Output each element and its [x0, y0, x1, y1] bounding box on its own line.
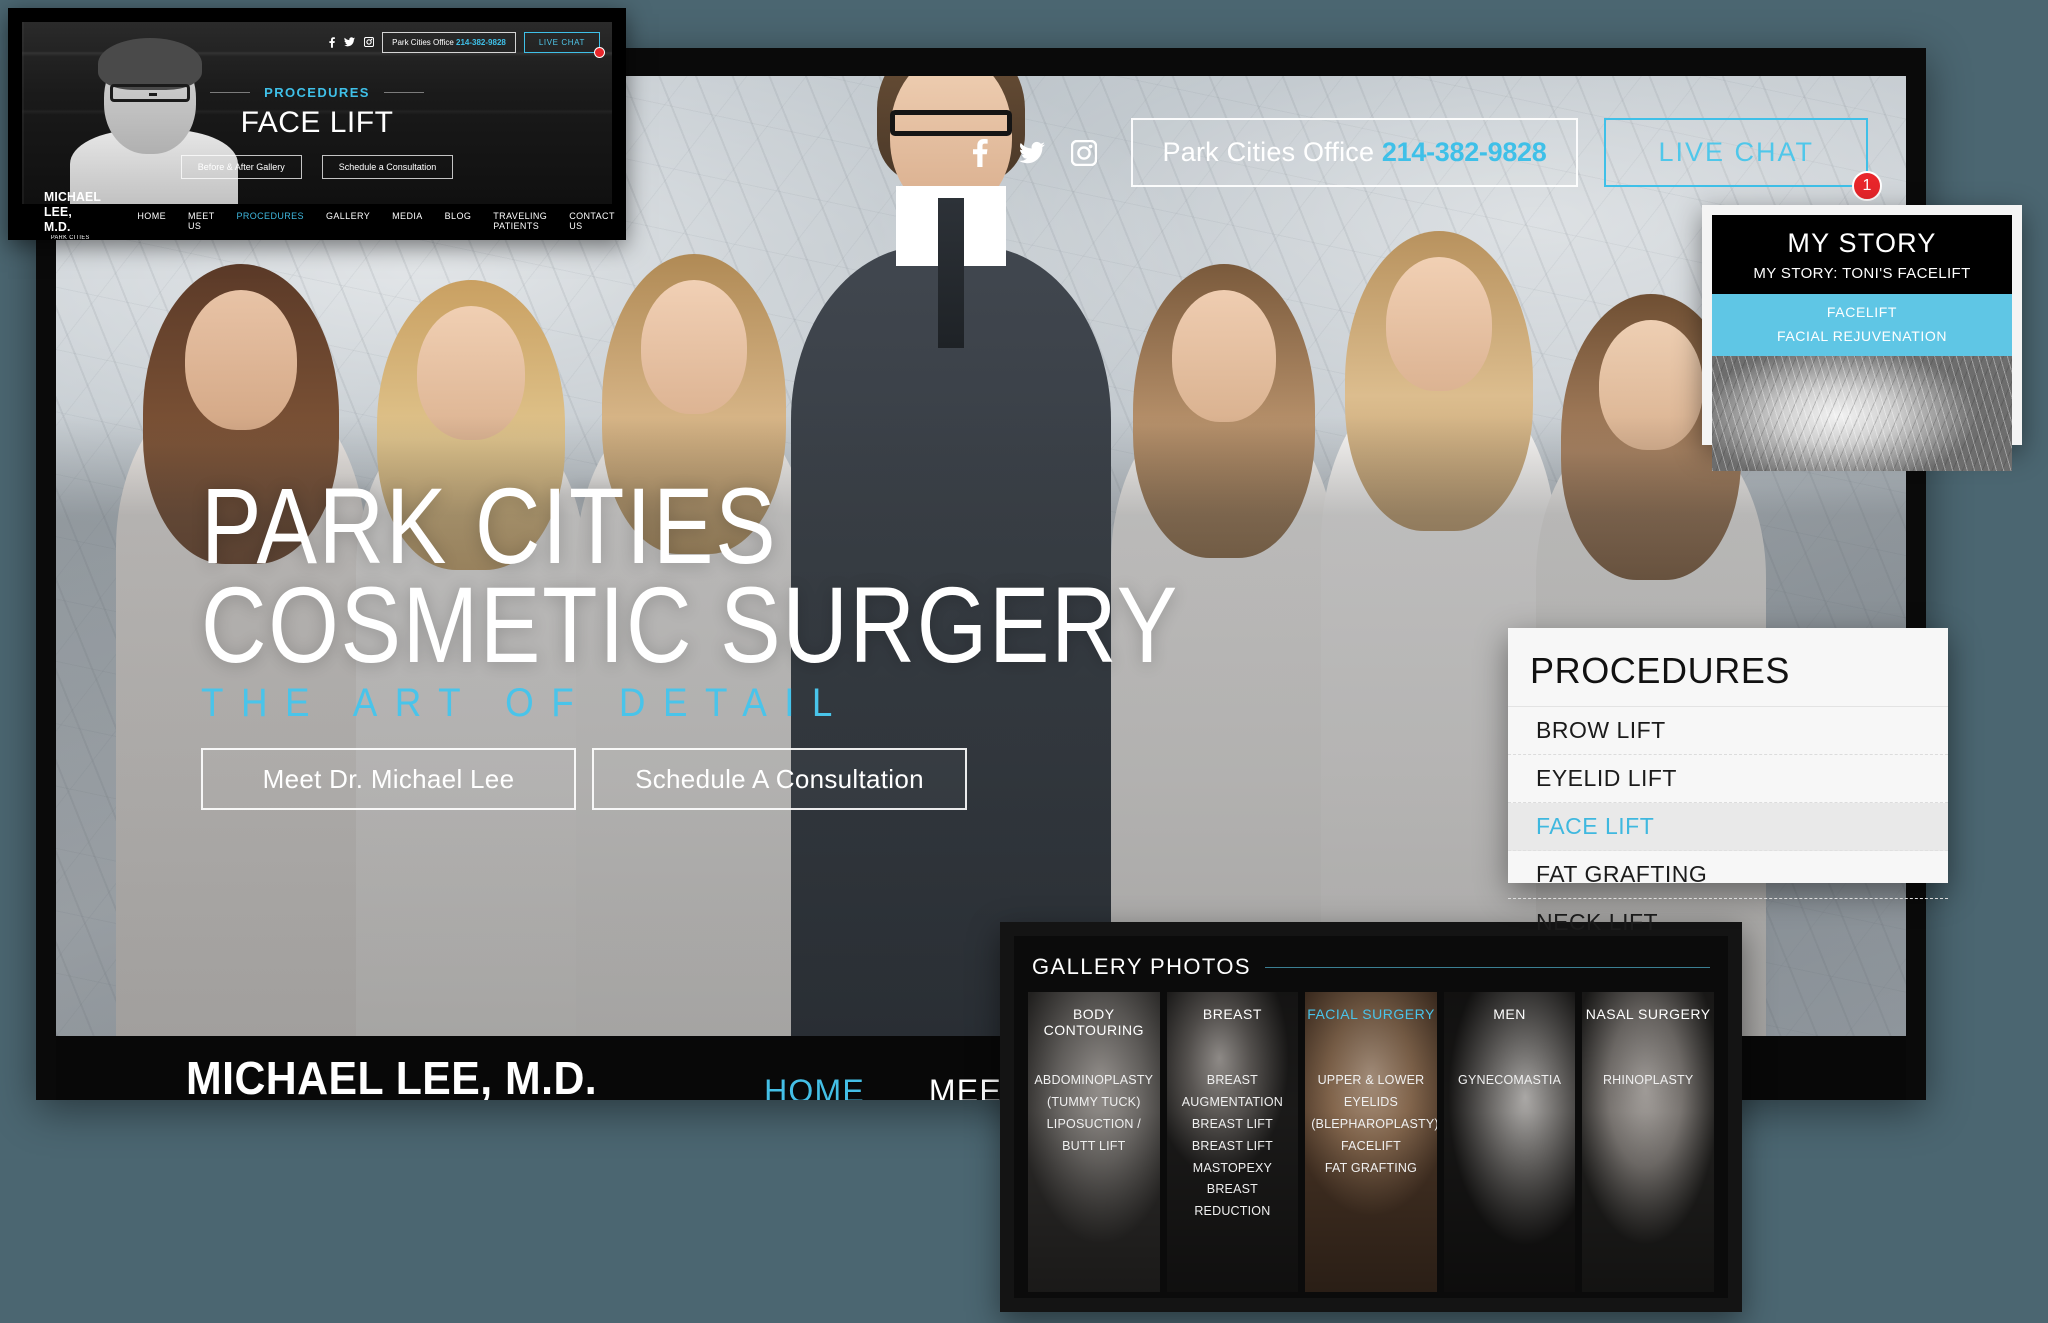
inset-instagram-icon[interactable] [364, 37, 375, 48]
gallery-column-body-contouring[interactable]: BODY CONTOURING ABDOMINOPLASTY (TUMMY TU… [1028, 992, 1160, 1292]
inset-breadcrumb-text: PROCEDURES [264, 85, 370, 100]
nav-item-home[interactable]: HOME [732, 1073, 897, 1101]
inset-social-links [329, 37, 375, 48]
inset-logo-sub-text: PARK CITIES COSMETIC SURGERY [50, 235, 90, 240]
gallery-columns: BODY CONTOURING ABDOMINOPLASTY (TUMMY TU… [1028, 992, 1714, 1292]
gallery-column-items: RHINOPLASTY [1602, 1073, 1694, 1087]
inset-cta-buttons: Before & After Gallery Schedule a Consul… [22, 155, 612, 179]
inset-nav-item-blog[interactable]: BLOG [434, 211, 483, 231]
social-links [967, 138, 1097, 167]
inset-nav-item-contact-us[interactable]: CONTACT US [558, 211, 625, 231]
inset-nav-item-meet-us[interactable]: MEET US [177, 211, 225, 231]
gallery-column-label: BREAST [1202, 1006, 1262, 1022]
inset-rule-left [210, 92, 251, 93]
gallery-column-men[interactable]: MEN GYNECOMASTIA [1443, 992, 1576, 1292]
inset-hero: Park Cities Office 214-382-9828 LIVE CHA… [22, 22, 612, 204]
inset-page-title: FACE LIFT [240, 106, 394, 139]
my-story-tag-facial-rejuvenation[interactable]: FACIAL REJUVENATION [1712, 324, 2012, 348]
site-logo[interactable]: MICHAEL LEE, M.D. PARK CITIES COSMETIC S… [186, 1051, 628, 1101]
hero-copy: PARK CITIES COSMETIC SURGERY THE ART OF … [201, 465, 1365, 726]
inset-chat-badge [594, 47, 605, 58]
inset-nav-items: HOME MEET US PROCEDURES GALLERY MEDIA BL… [126, 211, 625, 231]
gallery-column-facial-surgery[interactable]: FACIAL SURGERY UPPER & LOWER EYELIDS (BL… [1305, 992, 1437, 1292]
inset-phone-button[interactable]: Park Cities Office 214-382-9828 [382, 32, 516, 53]
phone-button[interactable]: Park Cities Office 214-382-9828 [1130, 118, 1579, 187]
gallery-header: GALLERY PHOTOS [1028, 948, 1714, 992]
gallery-photos-panel: GALLERY PHOTOS BODY CONTOURING ABDOMINOP… [1000, 922, 1742, 1312]
hero-headline-line1: PARK CITIES [201, 465, 778, 586]
gallery-title: GALLERY PHOTOS [1032, 954, 1251, 979]
procedures-panel-title: PROCEDURES [1508, 628, 1948, 707]
inset-site-nav: MICHAEL LEE, M.D. PARK CITIES COSMETIC S… [22, 189, 614, 240]
site-logo-name: MICHAEL LEE, M.D. [186, 1051, 598, 1101]
my-story-tag-facelift[interactable]: FACELIFT [1712, 300, 2012, 324]
gallery-column-label: FACIAL SURGERY [1307, 1006, 1435, 1022]
inset-phone-label: Park Cities Office [392, 38, 454, 47]
procedures-dropdown-panel: PROCEDURES BROW LIFT EYELID LIFT FACE LI… [1508, 628, 1948, 935]
inset-site-logo[interactable]: MICHAEL LEE, M.D. PARK CITIES COSMETIC S… [44, 189, 104, 240]
phone-label: Park Cities Office [1162, 137, 1375, 167]
inset-nav-item-home[interactable]: HOME [126, 211, 177, 231]
gallery-column-label: NASAL SURGERY [1585, 1006, 1711, 1022]
inset-rule-right [383, 92, 424, 93]
gallery-column-items: ABDOMINOPLASTY (TUMMY TUCK) LIPOSUCTION /… [1034, 1073, 1154, 1153]
my-story-panel: MY STORY MY STORY: TONI'S FACELIFT FACEL… [1702, 205, 2022, 471]
gallery-inner: GALLERY PHOTOS BODY CONTOURING ABDOMINOP… [1014, 936, 1728, 1298]
facebook-icon[interactable] [967, 138, 993, 167]
live-chat-button[interactable]: LIVE CHAT [1604, 118, 1868, 187]
inset-breadcrumb: PROCEDURES [210, 85, 424, 100]
procedure-item-brow-lift[interactable]: BROW LIFT [1508, 707, 1948, 755]
meet-doctor-button[interactable]: Meet Dr. Michael Lee [201, 748, 576, 810]
inset-phone-number: 214-382-9828 [456, 38, 506, 47]
my-story-title: MY STORY [1787, 228, 1937, 258]
phone-number: 214-382-9828 [1381, 137, 1547, 167]
gallery-column-items: GYNECOMASTIA [1458, 1073, 1562, 1087]
schedule-consultation-button[interactable]: Schedule A Consultation [592, 748, 967, 810]
procedure-item-eyelid-lift[interactable]: EYELID LIFT [1508, 755, 1948, 803]
instagram-icon[interactable] [1070, 139, 1097, 167]
inset-page-title-block: PROCEDURES FACE LIFT [22, 80, 612, 140]
gallery-photo-shade [1582, 992, 1714, 1292]
inset-twitter-icon[interactable] [344, 37, 356, 48]
inset-live-chat-button[interactable]: LIVE CHAT [523, 32, 600, 53]
twitter-icon[interactable] [1018, 139, 1045, 167]
gallery-header-rule [1264, 966, 1710, 968]
chat-badge: 1 [1852, 171, 1882, 201]
inset-nav-item-traveling-patients[interactable]: TRAVELING PATIENTS [482, 211, 558, 231]
inset-nav-item-procedures[interactable]: PROCEDURES [225, 211, 315, 231]
inset-nav-item-media[interactable]: MEDIA [381, 211, 434, 231]
inset-nav-item-gallery[interactable]: GALLERY [315, 211, 381, 231]
procedure-item-face-lift[interactable]: FACE LIFT [1508, 803, 1948, 851]
procedure-item-neck-lift[interactable]: NECK LIFT [1508, 899, 1948, 946]
my-story-thumbnail[interactable] [1712, 356, 2012, 471]
live-chat-wrapper: LIVE CHAT 1 [1604, 118, 1882, 201]
gallery-column-label: BODY CONTOURING [1043, 1006, 1144, 1038]
gallery-column-label: MEN [1493, 1006, 1526, 1022]
procedures-list: BROW LIFT EYELID LIFT FACE LIFT FAT GRAF… [1508, 707, 1948, 946]
my-story-tags: FACELIFT FACIAL REJUVENATION [1712, 294, 2012, 356]
site-utility-bar: Park Cities Office 214-382-9828 LIVE CHA… [967, 118, 1882, 201]
gallery-column-breast[interactable]: BREAST BREAST AUGMENTATION BREAST LIFT BRE… [1166, 992, 1299, 1292]
hero-tagline: THE ART OF DETAIL [201, 680, 850, 725]
hero-cta-buttons: Meet Dr. Michael Lee Schedule A Consulta… [201, 748, 967, 810]
inset-procedure-page-window: Park Cities Office 214-382-9828 LIVE CHA… [8, 8, 626, 240]
inset-facebook-icon[interactable] [329, 37, 335, 48]
hero-headline-line2: COSMETIC SURGERY [201, 564, 1179, 686]
gallery-column-items: UPPER & LOWER EYELIDS (BLEPHAROPLASTY) FA… [1311, 1073, 1437, 1175]
gallery-photo-shade [1443, 992, 1576, 1292]
inset-utility-bar: Park Cities Office 214-382-9828 LIVE CHA… [329, 32, 605, 58]
my-story-header: MY STORY MY STORY: TONI'S FACELIFT [1712, 215, 2012, 294]
inset-schedule-consultation-button[interactable]: Schedule a Consultation [321, 155, 454, 179]
gallery-column-items: BREAST AUGMENTATION BREAST LIFT BREAST LIF… [1181, 1073, 1284, 1219]
inset-live-chat-wrapper: LIVE CHAT [523, 32, 605, 58]
inset-logo-subtitle: PARK CITIES COSMETIC SURGERY [44, 235, 101, 240]
procedure-item-fat-grafting[interactable]: FAT GRAFTING [1508, 851, 1948, 899]
inset-logo-name: MICHAEL LEE, M.D. [44, 189, 101, 234]
before-after-gallery-button[interactable]: Before & After Gallery [180, 155, 302, 179]
gallery-column-nasal-surgery[interactable]: NASAL SURGERY RHINOPLASTY [1582, 992, 1714, 1292]
screenshot-stage: Park Cities Office 214-382-9828 LIVE CHA… [0, 0, 2048, 1323]
my-story-subtitle: MY STORY: TONI'S FACELIFT [1753, 265, 1971, 282]
